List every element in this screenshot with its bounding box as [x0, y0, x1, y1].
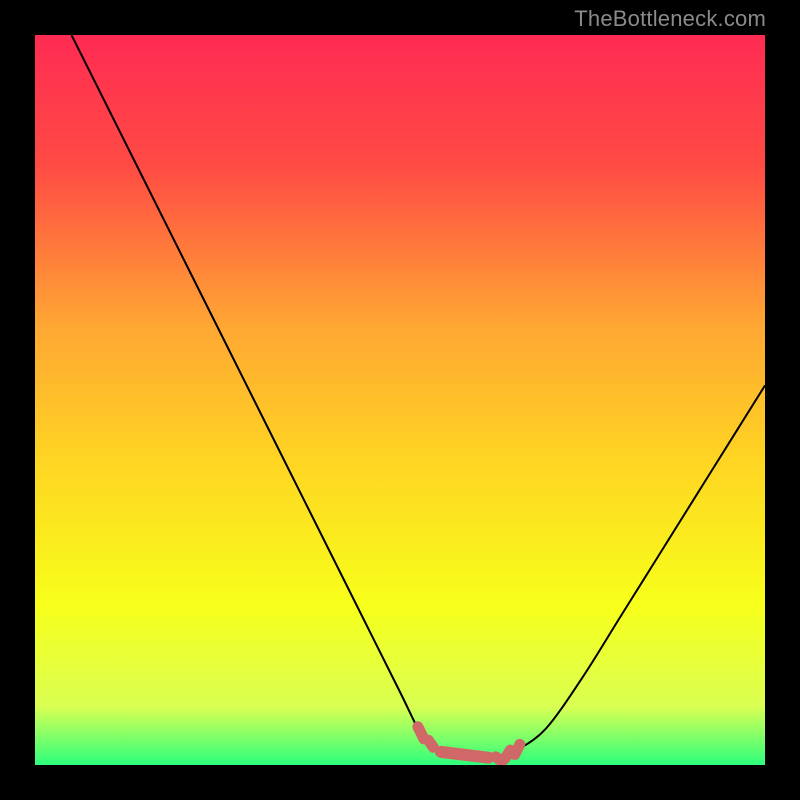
curve-path: [72, 35, 766, 758]
chart-frame: TheBottleneck.com: [0, 0, 800, 800]
watermark-label: TheBottleneck.com: [574, 6, 766, 32]
plot-area: [35, 35, 765, 765]
highlight-segment: [418, 727, 520, 762]
bottleneck-curve: [35, 35, 765, 765]
